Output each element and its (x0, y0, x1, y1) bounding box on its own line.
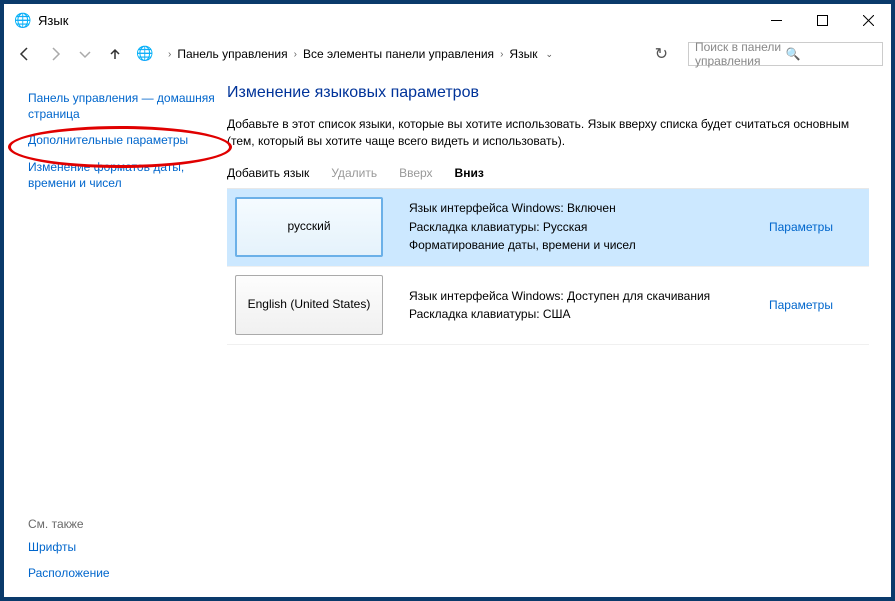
sidebar-advanced-link[interactable]: Дополнительные параметры (28, 132, 217, 148)
breadcrumb[interactable]: › Панель управления › Все элементы панел… (164, 42, 641, 66)
language-row[interactable]: English (United States)Язык интерфейса W… (227, 267, 869, 345)
sidebar: Панель управления — домашняя страница До… (4, 72, 227, 597)
location-icon: 🌐 (136, 45, 156, 63)
move-up-button[interactable]: Вверх (399, 166, 432, 180)
breadcrumb-dropdown[interactable]: ⌄ (539, 49, 559, 60)
chevron-right-icon: › (496, 49, 507, 60)
page-subtitle: Добавьте в этот список языки, которые вы… (227, 116, 869, 150)
language-options-link[interactable]: Параметры (769, 220, 833, 234)
up-button[interactable] (102, 41, 128, 67)
chevron-right-icon: › (290, 49, 301, 60)
titlebar: 🌐 Язык (4, 4, 891, 36)
search-input[interactable]: Поиск в панели управления 🔍 (688, 42, 883, 66)
breadcrumb-part[interactable]: Язык (509, 47, 537, 61)
language-tile[interactable]: English (United States) (235, 275, 383, 335)
main-pane: Изменение языковых параметров Добавьте в… (227, 72, 891, 597)
navbar: 🌐 › Панель управления › Все элементы пан… (4, 36, 891, 72)
language-options-link[interactable]: Параметры (769, 298, 833, 312)
forward-button[interactable] (42, 41, 68, 67)
sidebar-dateformats-link[interactable]: Изменение форматов даты, времени и чисел (28, 159, 217, 191)
back-button[interactable] (12, 41, 38, 67)
globe-icon: 🌐 (14, 12, 30, 28)
sidebar-home-link[interactable]: Панель управления — домашняя страница (28, 90, 217, 122)
chevron-right-icon: › (164, 49, 175, 60)
language-tile[interactable]: русский (235, 197, 383, 257)
move-down-button[interactable]: Вниз (455, 166, 484, 180)
language-details: Язык интерфейса Windows: Доступен для ск… (383, 287, 769, 324)
refresh-button[interactable]: ↻ (645, 44, 678, 64)
language-row[interactable]: русскийЯзык интерфейса Windows: ВключенР… (227, 189, 869, 267)
search-placeholder: Поиск в панели управления (695, 40, 786, 68)
maximize-button[interactable] (799, 5, 845, 35)
sidebar-location-link[interactable]: Расположение (28, 565, 217, 581)
add-language-button[interactable]: Добавить язык (227, 166, 309, 180)
see-also-label: См. также (28, 517, 217, 531)
close-button[interactable] (845, 5, 891, 35)
breadcrumb-part[interactable]: Панель управления (177, 47, 287, 61)
recent-dropdown[interactable] (72, 41, 98, 67)
search-icon: 🔍 (786, 47, 877, 61)
remove-button[interactable]: Удалить (331, 166, 377, 180)
minimize-button[interactable] (753, 5, 799, 35)
sidebar-fonts-link[interactable]: Шрифты (28, 539, 217, 555)
language-list: русскийЯзык интерфейса Windows: ВключенР… (227, 189, 869, 345)
page-title: Изменение языковых параметров (227, 84, 869, 102)
toolbar: Добавить язык Удалить Вверх Вниз (227, 166, 869, 189)
breadcrumb-part[interactable]: Все элементы панели управления (303, 47, 494, 61)
language-details: Язык интерфейса Windows: ВключенРаскладк… (383, 199, 769, 255)
window-title: Язык (38, 13, 753, 28)
